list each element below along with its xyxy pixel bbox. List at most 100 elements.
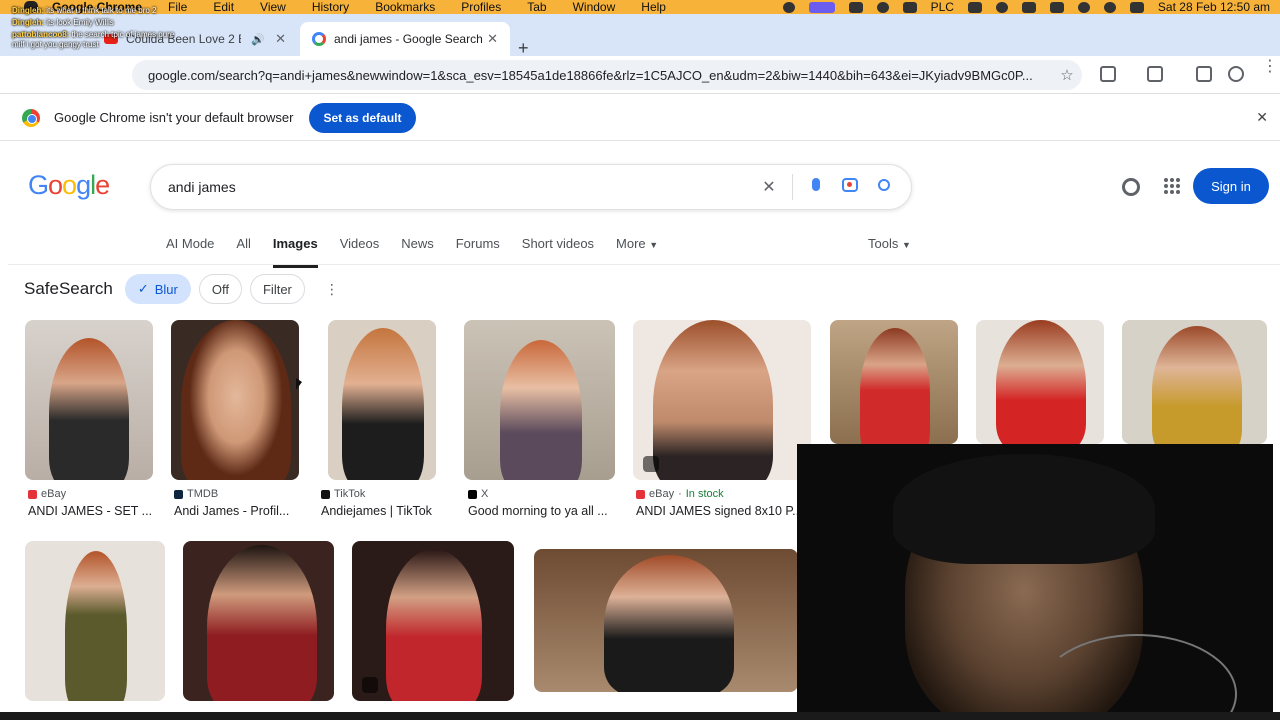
divider (792, 174, 793, 200)
menu-view[interactable]: View (260, 0, 286, 14)
result-caption[interactable]: Good morning to ya all ... (468, 504, 618, 518)
close-tab-icon[interactable]: ✕ (275, 31, 286, 47)
chrome-toolbar: google.com/search?q=andi+james&newwindow… (0, 56, 1280, 94)
sign-in-button[interactable]: Sign in (1193, 168, 1269, 204)
search-box[interactable]: andi james ✕ (150, 164, 912, 210)
caret-down-icon: ▼ (901, 240, 911, 250)
tag-icon (362, 677, 378, 693)
status-app-icon[interactable] (848, 1, 863, 13)
image-result[interactable] (25, 541, 165, 701)
clear-icon[interactable]: ✕ (752, 177, 786, 197)
mouse-cursor (296, 378, 302, 390)
result-source[interactable]: TMDB (174, 488, 218, 500)
tools-menu[interactable]: Tools ▼ (868, 236, 911, 251)
battery-icon[interactable] (1049, 1, 1064, 13)
menu-profiles[interactable]: Profiles (461, 0, 501, 14)
tiktok-icon (321, 489, 330, 499)
tag-icon (643, 456, 659, 472)
image-result[interactable] (976, 320, 1104, 444)
address-bar[interactable]: google.com/search?q=andi+james&newwindow… (132, 60, 1082, 90)
speaker-icon[interactable]: 🔊 (251, 33, 265, 46)
result-caption[interactable]: ANDI JAMES - SET ... (28, 504, 158, 518)
ebay-icon (28, 489, 37, 499)
image-result[interactable] (830, 320, 958, 444)
menu-edit[interactable]: Edit (213, 0, 234, 14)
image-result[interactable] (171, 320, 299, 480)
spotlight-search-icon[interactable] (1103, 1, 1116, 13)
media-controls-icon[interactable] (1196, 66, 1212, 82)
safesearch-bar: SafeSearch ✓ Blur Off Filter ⋮ (24, 274, 339, 304)
menu-window[interactable]: Window (573, 0, 616, 14)
bookmark-star-icon[interactable]: ☆ (1052, 66, 1082, 84)
control-center-icon[interactable] (1129, 1, 1144, 13)
close-tab-icon[interactable]: ✕ (487, 31, 498, 47)
lens-icon[interactable] (833, 177, 867, 197)
image-result[interactable] (183, 541, 334, 701)
set-default-button[interactable]: Set as default (309, 102, 416, 133)
apps-grid-icon[interactable] (1164, 178, 1180, 194)
image-result[interactable] (1122, 320, 1267, 444)
result-source[interactable]: TikTok (321, 488, 365, 500)
result-source[interactable]: X (468, 488, 488, 500)
macos-menu-bar: Google Chrome File Edit View History Boo… (0, 0, 1280, 14)
status-app-icon[interactable] (782, 1, 795, 13)
settings-gear-icon[interactable] (1122, 178, 1140, 196)
extensions-icon[interactable] (1100, 66, 1116, 82)
result-source[interactable]: eBay (28, 488, 66, 500)
menu-history[interactable]: History (312, 0, 349, 14)
webcam-overlay (797, 444, 1273, 712)
chrome-logo-icon (22, 108, 40, 127)
profile-label[interactable]: PLC (931, 0, 954, 14)
status-app-icon[interactable] (876, 1, 889, 13)
menu-help[interactable]: Help (641, 0, 666, 14)
tab-title: andi james - Google Search (334, 32, 483, 46)
image-result[interactable] (25, 320, 153, 480)
chrome-tab-strip: Coulda Been Love 2 Episo 🔊 ✕ andi james … (0, 14, 1280, 58)
wifi-icon[interactable] (1077, 1, 1090, 13)
result-source[interactable]: eBay · In stock (636, 488, 724, 500)
tab-search-icon[interactable] (1147, 66, 1163, 82)
google-logo[interactable]: Google (28, 170, 110, 201)
image-result[interactable] (534, 549, 798, 692)
tab-google-search[interactable]: andi james - Google Search ✕ (300, 22, 510, 56)
grid-icon[interactable] (967, 1, 982, 13)
result-caption[interactable]: Andiejames | TikTok (321, 504, 451, 518)
result-caption[interactable]: Andi James - Profil... (174, 504, 304, 518)
microphone-icon[interactable] (799, 178, 833, 196)
result-caption[interactable]: ANDI JAMES signed 8x10 P... (636, 504, 801, 518)
menu-bookmarks[interactable]: Bookmarks (375, 0, 435, 14)
menu-clock[interactable]: Sat 28 Feb 12:50 am (1158, 0, 1270, 14)
profile-avatar-icon[interactable] (1228, 66, 1244, 82)
shield-icon[interactable] (902, 1, 917, 13)
menu-tab[interactable]: Tab (527, 0, 546, 14)
tmdb-icon (174, 489, 183, 499)
default-browser-infobar: Google Chrome isn't your default browser… (0, 95, 1280, 141)
search-input[interactable]: andi james (168, 179, 752, 195)
more-options-icon[interactable]: ⋮ (325, 281, 339, 298)
safesearch-blur-chip[interactable]: ✓ Blur (124, 274, 191, 304)
safesearch-off-chip[interactable]: Off (198, 274, 242, 304)
caret-down-icon: ▼ (649, 240, 659, 250)
close-icon[interactable]: ✕ (1256, 109, 1268, 126)
ebay-icon (636, 489, 645, 499)
webcam-hair (893, 454, 1155, 564)
image-result[interactable] (352, 541, 514, 701)
image-result[interactable] (633, 320, 811, 480)
image-result[interactable] (464, 320, 615, 480)
play-icon[interactable] (995, 1, 1008, 13)
status-app-icon[interactable] (1021, 1, 1036, 13)
menu-status-area: PLC Sat 28 Feb 12:50 am (782, 0, 1270, 14)
url-text[interactable]: google.com/search?q=andi+james&newwindow… (148, 68, 1052, 83)
google-icon (312, 32, 326, 46)
infobar-message: Google Chrome isn't your default browser (54, 110, 294, 125)
image-result[interactable] (328, 320, 436, 480)
divider (8, 264, 1280, 265)
screen-share-icon[interactable] (808, 1, 835, 13)
safesearch-filter-chip[interactable]: Filter (249, 274, 305, 304)
chat-message: pattoblancoo8: the search tpic of james … (12, 30, 175, 49)
chat-message: Dingleh: its what u think talk to me bro… (12, 6, 157, 15)
search-icon[interactable] (867, 178, 901, 196)
chrome-menu-icon[interactable]: ⋮ (1262, 59, 1278, 75)
chat-overlay: Dingleh: its what u think talk to me bro… (12, 6, 182, 52)
bottom-bar (0, 712, 1280, 720)
